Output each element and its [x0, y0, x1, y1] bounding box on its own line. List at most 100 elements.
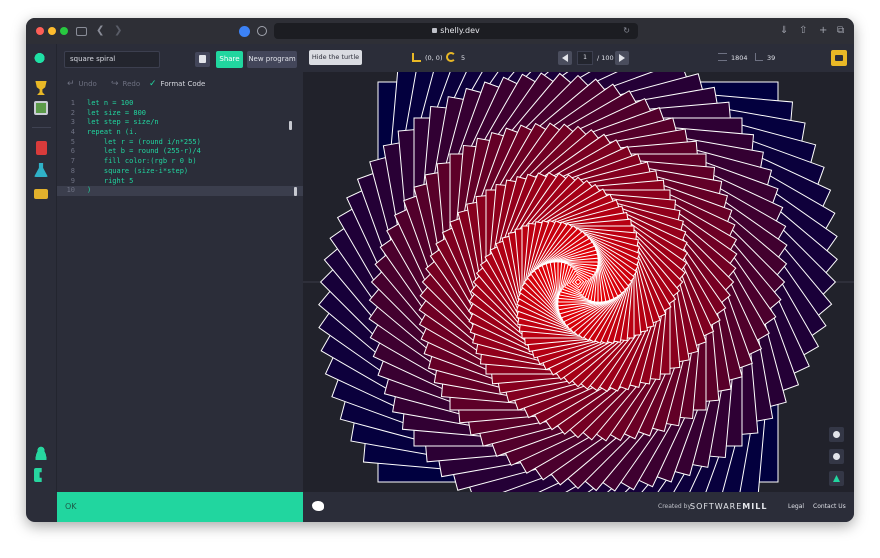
line-number: 6 — [70, 147, 75, 156]
sidebar-toggle-icon[interactable] — [76, 27, 87, 36]
code-line[interactable]: 4 repeat n (i. — [57, 128, 303, 138]
flask-icon[interactable] — [34, 163, 48, 177]
format-code-label: Format Code — [160, 80, 206, 88]
shelly-logo-icon[interactable] — [34, 51, 48, 65]
code-text: let r = (round i/n*255) — [87, 137, 201, 146]
editor-scrollbar-end[interactable] — [294, 187, 297, 196]
company-suffix: MILL — [742, 502, 768, 511]
lock-icon — [432, 28, 438, 33]
gallery-icon[interactable] — [34, 101, 48, 115]
share-icon[interactable]: ⇧ — [799, 24, 807, 38]
code-text: right 5 — [87, 176, 134, 185]
created-by-text: Created by — [658, 503, 692, 510]
previous-frame-button[interactable] — [558, 51, 572, 65]
frame-input[interactable]: 1 — [577, 51, 593, 65]
canvas-toolbar: Hide the turtle (0, 0) 5 1 / 100 1804 39 — [303, 44, 854, 72]
turtle-heading: 5 — [461, 54, 466, 62]
format-code-button[interactable]: ✓ Format Code — [149, 78, 205, 90]
redo-icon: ↪ — [111, 79, 119, 89]
save-button[interactable] — [195, 52, 210, 67]
magic-wand-icon: ✓ — [149, 79, 157, 89]
time-icon — [755, 53, 763, 61]
center-turtle-button[interactable] — [829, 471, 844, 486]
softwaremill-logo[interactable]: SOFTWAREMILL — [690, 499, 767, 515]
code-line[interactable]: 6 let b = round (255-r)/4 — [57, 147, 303, 157]
new-tab-icon[interactable]: + — [819, 24, 827, 38]
code-line[interactable]: 9 right 5 — [57, 177, 303, 187]
code-text: let n = 100 — [87, 99, 134, 107]
code-text: fill color:(rgb r 0 b) — [87, 157, 197, 166]
download-icon[interactable]: ⇓ — [780, 24, 788, 38]
code-line[interactable]: 3 let step = size/n — [57, 118, 303, 128]
code-line[interactable]: 7 fill color:(rgb r 0 b) — [57, 157, 303, 167]
new-program-button[interactable]: New program — [247, 51, 297, 68]
code-line[interactable]: 2 let size = 800 — [57, 109, 303, 119]
trophy-icon[interactable] — [35, 81, 47, 95]
program-name-input[interactable]: square spiral — [64, 51, 160, 68]
undo-icon: ↵ — [67, 79, 75, 89]
turtle-position: (0, 0) — [425, 54, 443, 62]
position-icon — [412, 53, 421, 62]
lines-icon — [718, 53, 727, 61]
zoom-out-button[interactable] — [829, 449, 844, 464]
undo-button[interactable]: ↵ Undo — [67, 78, 97, 90]
line-number: 2 — [70, 108, 75, 117]
code-text: let size = 800 — [87, 108, 147, 117]
frame-total: / 100 — [597, 54, 614, 62]
privacy-shield-icon[interactable] — [257, 26, 267, 36]
turtle-drawing-canvas[interactable] — [303, 72, 854, 492]
tabs-overview-icon[interactable]: ⧉ — [837, 24, 844, 38]
next-frame-button[interactable] — [615, 51, 629, 65]
editor-scrollbar[interactable] — [289, 121, 292, 130]
spiral-group — [318, 72, 838, 492]
maximize-window-button[interactable] — [60, 27, 68, 35]
download-image-button[interactable] — [831, 50, 847, 66]
line-number: 4 — [70, 128, 75, 137]
reload-icon[interactable]: ↻ — [623, 23, 630, 39]
code-text: ) — [87, 186, 92, 195]
extension-icon[interactable] — [239, 26, 250, 37]
line-number: 1 — [70, 99, 75, 107]
twitter-icon[interactable] — [312, 501, 324, 511]
share-button[interactable]: Share — [216, 51, 243, 68]
line-number: 7 — [70, 157, 75, 166]
line-number: 3 — [70, 118, 75, 127]
company-prefix: SOFTWARE — [690, 502, 743, 511]
footer: Created by SOFTWAREMILL Legal Contact Us — [303, 492, 854, 522]
code-text: square (size-i*step) — [87, 166, 189, 175]
code-editor-panel: square spiral Share New program ↵ Undo ↪ R… — [57, 44, 303, 492]
redo-label: Redo — [122, 80, 141, 88]
line-number: 10 — [66, 186, 75, 195]
legal-link[interactable]: Legal — [788, 502, 804, 512]
back-icon[interactable]: ❮ — [96, 24, 104, 38]
hide-turtle-button[interactable]: Hide the turtle — [309, 50, 362, 65]
code-text: repeat n (i. — [87, 128, 138, 137]
line-number: 9 — [70, 176, 75, 185]
status-bar: OK — [57, 492, 303, 522]
code-line[interactable]: 1 let n = 100 — [57, 99, 303, 109]
account-icon[interactable] — [34, 446, 48, 460]
url-text: shelly.dev — [440, 26, 480, 35]
code-line-active[interactable]: 10) — [57, 186, 303, 196]
address-bar[interactable]: shelly.dev ↻ — [274, 23, 638, 39]
contact-us-link[interactable]: Contact Us — [813, 502, 846, 512]
code-line[interactable]: 8 square (size-i*step) — [57, 167, 303, 177]
rail-divider — [32, 127, 51, 128]
logout-icon[interactable] — [34, 468, 42, 482]
forward-icon[interactable]: ❯ — [114, 24, 122, 38]
canvas-panel: Hide the turtle (0, 0) 5 1 / 100 1804 39 — [303, 44, 854, 508]
browser-window: ❮ ❯ shelly.dev ↻ ⇓ ⇧ + ⧉ square spiral S… — [26, 18, 854, 522]
code-line[interactable]: 5 let r = (round i/n*255) — [57, 138, 303, 148]
line-number: 5 — [70, 137, 75, 146]
bus-icon[interactable] — [34, 189, 48, 199]
close-window-button[interactable] — [36, 27, 44, 35]
browser-chrome: ❮ ❯ shelly.dev ↻ ⇓ ⇧ + ⧉ — [26, 18, 854, 44]
redo-button[interactable]: ↪ Redo — [111, 78, 140, 90]
lines-count: 1804 — [731, 54, 748, 62]
book-icon[interactable] — [36, 141, 47, 155]
zoom-in-button[interactable] — [829, 427, 844, 442]
minimize-window-button[interactable] — [48, 27, 56, 35]
undo-label: Undo — [78, 80, 97, 88]
code-area[interactable]: 1 let n = 100 2 let size = 800 3 let step =… — [57, 99, 303, 209]
code-text: let step = size/n — [87, 118, 159, 127]
